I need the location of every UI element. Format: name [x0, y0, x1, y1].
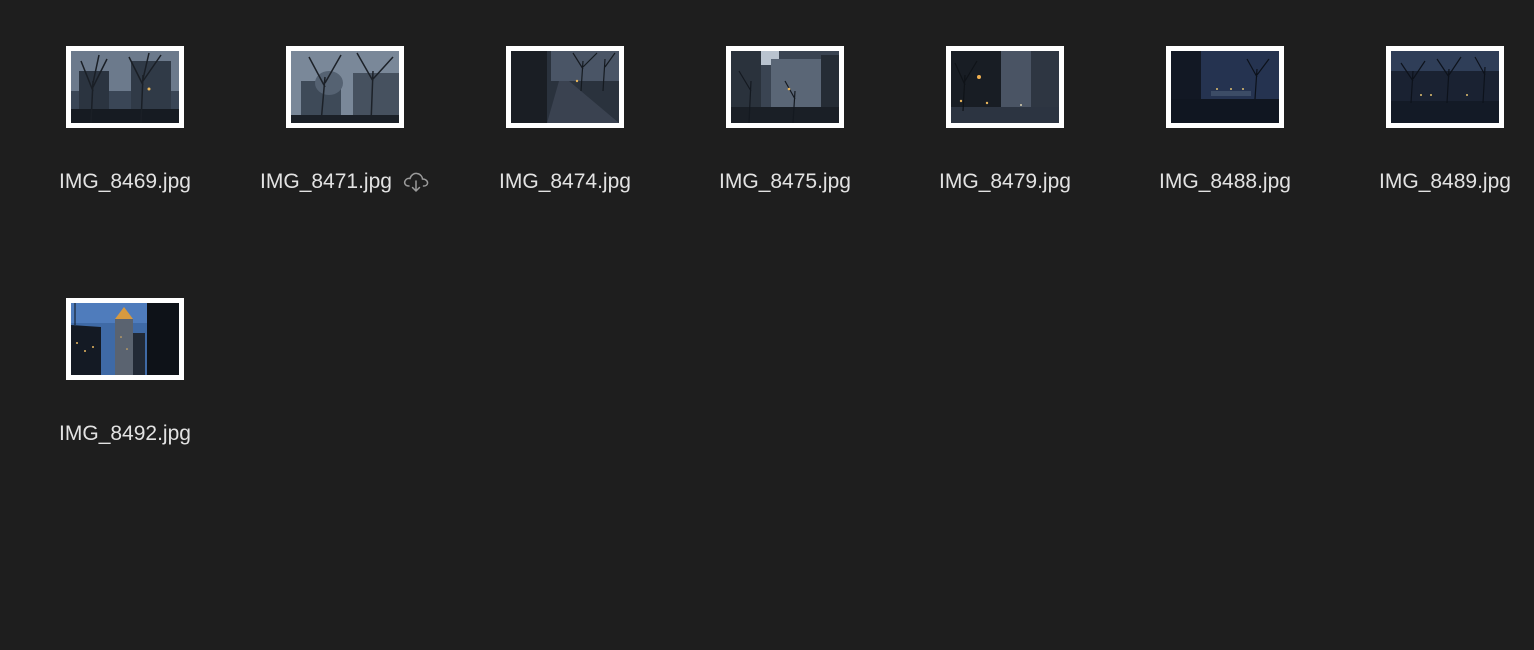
file-name[interactable]: IMG_8475.jpg [719, 170, 851, 193]
file-item[interactable]: IMG_8488.jpg [1115, 0, 1335, 200]
file-name[interactable]: IMG_8469.jpg [59, 170, 191, 193]
photo-building-courtyard [731, 51, 839, 123]
photo-tower-dusk [71, 303, 179, 375]
photo-plaza-dusk [1391, 51, 1499, 123]
file-item[interactable]: IMG_8474.jpg [455, 0, 675, 200]
image-thumbnail[interactable] [66, 298, 184, 380]
image-thumbnail[interactable] [506, 46, 624, 128]
photo-street-lights [951, 51, 1059, 123]
image-thumbnail[interactable] [726, 46, 844, 128]
image-thumbnail[interactable] [1386, 46, 1504, 128]
finder-icon-view: { "files": [ {"name": "IMG_8469.jpg", "c… [0, 0, 1534, 650]
file-name[interactable]: IMG_8479.jpg [939, 170, 1071, 193]
photo-plaza-night [1171, 51, 1279, 123]
file-item[interactable]: IMG_8492.jpg [15, 252, 235, 452]
file-item[interactable]: IMG_8471.jpg [235, 0, 455, 200]
photo-sidewalk [511, 51, 619, 123]
file-name[interactable]: IMG_8474.jpg [499, 170, 631, 193]
image-thumbnail[interactable] [286, 46, 404, 128]
image-thumbnail[interactable] [66, 46, 184, 128]
cloud-download-icon[interactable] [402, 171, 430, 193]
file-name[interactable]: IMG_8488.jpg [1159, 170, 1291, 193]
photo-trees-buildings [71, 51, 179, 123]
image-thumbnail[interactable] [946, 46, 1064, 128]
file-name[interactable]: IMG_8489.jpg [1379, 170, 1511, 193]
file-item[interactable]: IMG_8475.jpg [675, 0, 895, 200]
file-name[interactable]: IMG_8492.jpg [59, 422, 191, 445]
file-item[interactable]: IMG_8479.jpg [895, 0, 1115, 200]
photo-trees-dome [291, 51, 399, 123]
image-thumbnail[interactable] [1166, 46, 1284, 128]
file-item[interactable]: IMG_8469.jpg [15, 0, 235, 200]
file-name[interactable]: IMG_8471.jpg [260, 169, 392, 195]
file-item[interactable]: IMG_8489.jpg [1335, 0, 1534, 200]
